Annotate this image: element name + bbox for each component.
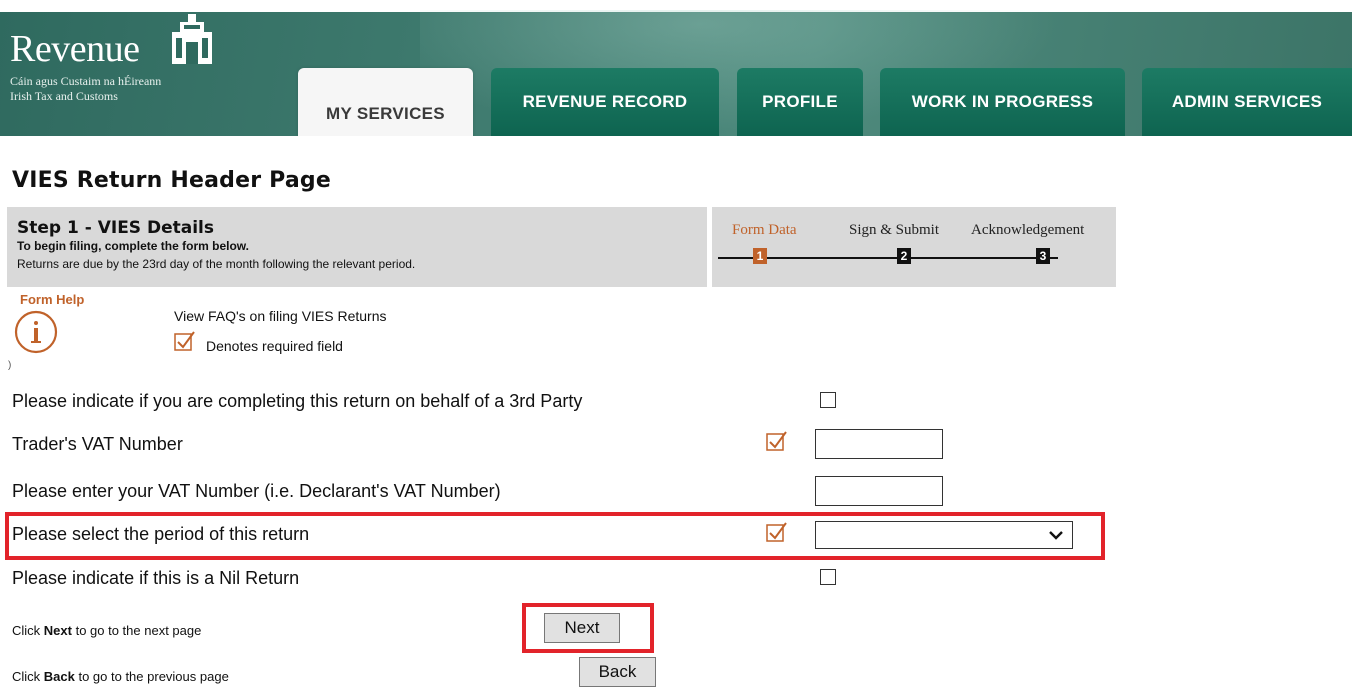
third-party-checkbox[interactable] xyxy=(820,392,836,408)
progress-step-number: 3 xyxy=(1036,248,1050,264)
third-party-label: Please indicate if you are completing th… xyxy=(12,391,583,411)
progress-step-number: 2 xyxy=(897,248,911,264)
brand-name: Revenue xyxy=(10,28,140,70)
tab-work-in-progress[interactable]: WORK IN PROGRESS xyxy=(880,68,1125,136)
tab-admin-services[interactable]: ADMIN SERVICES xyxy=(1142,68,1352,136)
progress-step-acknowledgement: Acknowledgement xyxy=(971,222,1085,238)
progress-indicator: Form Data 1 Sign & Submit 2 Acknowledgem… xyxy=(712,207,1116,287)
tab-label: PROFILE xyxy=(762,92,838,111)
next-button-highlight xyxy=(522,603,654,653)
progress-step-form-data: Form Data xyxy=(732,222,797,238)
back-button[interactable]: Back xyxy=(579,657,656,687)
info-icon[interactable] xyxy=(14,310,58,354)
tab-revenue-record[interactable]: REVENUE RECORD xyxy=(491,68,719,136)
site-header: Revenue Cáin agus Custaim na hÉireann Ir… xyxy=(0,0,1352,136)
faq-link[interactable]: View FAQ's on filing VIES Returns xyxy=(174,308,387,324)
declarant-vat-label: Please enter your VAT Number (i.e. Decla… xyxy=(12,481,501,501)
back-instruction-bold: Back xyxy=(43,669,75,684)
step-subtitle: To begin filing, complete the form below… xyxy=(17,239,250,253)
required-check-icon xyxy=(766,431,787,451)
page-title: VIES Return Header Page xyxy=(12,168,331,193)
stray-character: ) xyxy=(8,360,12,371)
step-due-note: Returns are due by the 23rd day of the m… xyxy=(17,257,416,271)
trader-vat-label: Trader's VAT Number xyxy=(12,434,183,454)
tab-profile[interactable]: PROFILE xyxy=(737,68,863,136)
tab-label: MY SERVICES xyxy=(326,104,445,123)
tab-label: REVENUE RECORD xyxy=(522,92,688,111)
back-instruction-suffix: to go to the previous page xyxy=(74,669,229,684)
tab-label: WORK IN PROGRESS xyxy=(911,92,1094,111)
period-row-highlight xyxy=(5,512,1105,560)
back-instruction-prefix: Click xyxy=(12,669,44,684)
step-details-box: Step 1 - VIES Details To begin filing, c… xyxy=(7,207,707,287)
nil-return-checkbox[interactable] xyxy=(820,569,836,585)
customs-house-logo-icon xyxy=(172,14,212,64)
brand-english-subtitle: Irish Tax and Customs xyxy=(10,89,118,103)
brand-irish-subtitle: Cáin agus Custaim na hÉireann xyxy=(10,74,162,88)
next-instruction-prefix: Click xyxy=(12,623,44,638)
next-instruction-bold: Next xyxy=(43,623,72,638)
brand[interactable]: Revenue Cáin agus Custaim na hÉireann Ir… xyxy=(10,30,161,104)
nil-return-label: Please indicate if this is a Nil Return xyxy=(12,568,300,588)
next-instruction: Click Next to go to the next page xyxy=(12,623,201,638)
declarant-vat-input[interactable] xyxy=(815,476,943,506)
progress-step-sign-submit: Sign & Submit xyxy=(849,222,940,238)
progress-step-number: 1 xyxy=(753,248,767,264)
tab-label: ADMIN SERVICES xyxy=(1171,92,1323,111)
next-instruction-suffix: to go to the next page xyxy=(71,623,202,638)
step-title: Step 1 - VIES Details xyxy=(17,218,214,238)
required-check-icon xyxy=(174,331,195,351)
form-help-label: Form Help xyxy=(20,292,85,307)
tab-my-services[interactable]: MY SERVICES xyxy=(298,68,473,136)
progress-line xyxy=(718,257,1058,259)
required-field-text: Denotes required field xyxy=(206,338,343,354)
back-instruction: Click Back to go to the previous page xyxy=(12,669,229,684)
trader-vat-input[interactable] xyxy=(815,429,943,459)
